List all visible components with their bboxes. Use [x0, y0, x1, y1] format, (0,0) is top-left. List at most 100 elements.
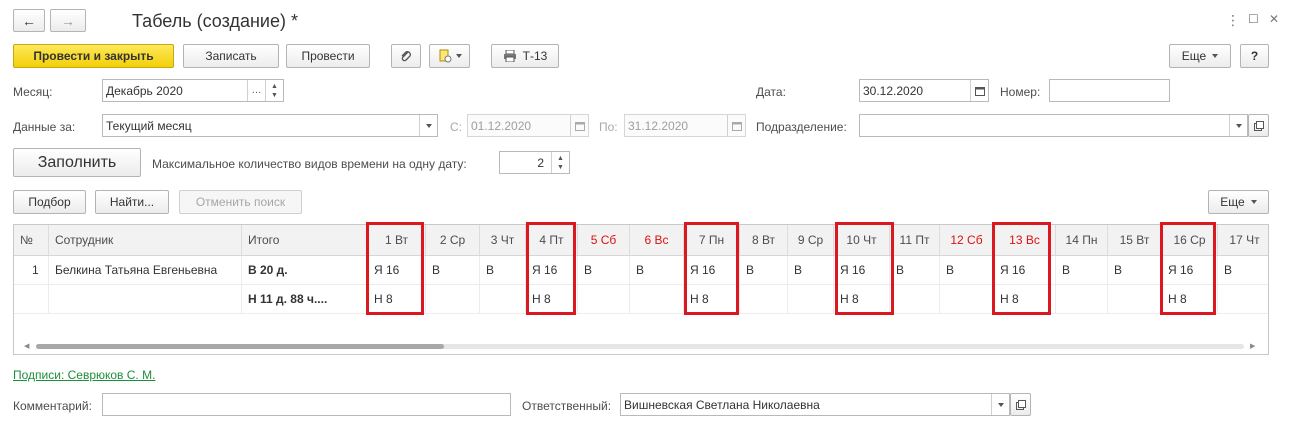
column-header-num[interactable]: №	[14, 225, 49, 256]
find-button[interactable]: Найти...	[95, 190, 169, 214]
day-cell[interactable]	[480, 285, 526, 314]
back-button[interactable]: ←	[13, 9, 45, 32]
max-types-field[interactable]: 2 ▲ ▼	[499, 151, 570, 174]
day-cell[interactable]: В	[890, 256, 940, 285]
print-t13-button[interactable]: Т-13	[491, 44, 559, 68]
column-header-day[interactable]: 8 Вт	[740, 225, 788, 256]
responsible-dropdown-button[interactable]	[991, 394, 1009, 415]
day-cell[interactable]: Я 16	[994, 256, 1056, 285]
select-button[interactable]: Подбор	[13, 190, 86, 214]
close-icon[interactable]: ✕	[1269, 12, 1279, 26]
row-num-line2[interactable]	[14, 285, 49, 314]
day-cell[interactable]: В	[426, 256, 480, 285]
day-cell[interactable]: В	[788, 256, 834, 285]
attach-button[interactable]	[391, 44, 421, 68]
responsible-select[interactable]: Вишневская Светлана Николаевна	[620, 393, 1010, 416]
column-header-day[interactable]: 17 Чт	[1218, 225, 1268, 256]
data-for-select[interactable]: Текущий месяц	[102, 114, 438, 137]
day-cell[interactable]: В	[940, 256, 994, 285]
day-cell[interactable]	[890, 285, 940, 314]
day-cell[interactable]	[1108, 285, 1162, 314]
column-header-day[interactable]: 6 Вс	[630, 225, 684, 256]
department-select[interactable]	[859, 114, 1248, 137]
day-cell[interactable]: Я 16	[684, 256, 740, 285]
day-cell[interactable]: Я 16	[834, 256, 890, 285]
day-cell[interactable]: Я 16	[368, 256, 426, 285]
maximize-icon[interactable]: ☐	[1248, 12, 1259, 26]
day-cell[interactable]: В	[1056, 256, 1108, 285]
month-field[interactable]: Декабрь 2020 … ▲ ▼	[102, 79, 284, 102]
day-cell[interactable]: Н 8	[994, 285, 1056, 314]
column-header-day[interactable]: 2 Ср	[426, 225, 480, 256]
timesheet-table[interactable]: № Сотрудник Итого 1 Вт 2 Ср 3 Чт 4 Пт 5 Сб 6 …	[13, 224, 1269, 355]
scrollbar-thumb[interactable]	[36, 344, 444, 349]
row-employee[interactable]: Белкина Татьяна Евгеньевна	[49, 256, 242, 285]
day-cell[interactable]	[426, 285, 480, 314]
day-cell[interactable]	[788, 285, 834, 314]
to-calendar-button[interactable]	[727, 115, 745, 136]
help-button[interactable]: ?	[1240, 44, 1269, 68]
day-cell[interactable]: В	[740, 256, 788, 285]
fill-button[interactable]: Заполнить	[13, 148, 141, 177]
to-date-field[interactable]: 31.12.2020	[624, 114, 746, 137]
comment-field[interactable]	[102, 393, 511, 416]
date-field[interactable]: 30.12.2020	[859, 79, 989, 102]
day-cell[interactable]: В	[630, 256, 684, 285]
column-header-day[interactable]: 9 Ср	[788, 225, 834, 256]
row-employee-line2[interactable]	[49, 285, 242, 314]
save-button[interactable]: Записать	[183, 44, 279, 68]
column-header-day[interactable]: 3 Чт	[480, 225, 526, 256]
day-cell[interactable]: В	[480, 256, 526, 285]
column-header-day[interactable]: 10 Чт	[834, 225, 890, 256]
column-header-day[interactable]: 12 Сб	[940, 225, 994, 256]
create-based-on-button[interactable]	[429, 44, 470, 68]
column-header-day[interactable]: 14 Пн	[1056, 225, 1108, 256]
scroll-left-icon[interactable]: ◀	[24, 342, 29, 350]
column-header-employee[interactable]: Сотрудник	[49, 225, 242, 256]
cancel-search-button[interactable]: Отменить поиск	[179, 190, 302, 214]
day-cell[interactable]: Н 8	[526, 285, 578, 314]
post-button[interactable]: Провести	[286, 44, 370, 68]
row-num[interactable]: 1	[14, 256, 49, 285]
day-cell[interactable]: В	[1108, 256, 1162, 285]
column-header-day[interactable]: 1 Вт	[368, 225, 426, 256]
post-and-close-button[interactable]: Провести и закрыть	[13, 44, 174, 68]
forward-button[interactable]: →	[50, 9, 86, 32]
column-header-day[interactable]: 16 Ср	[1162, 225, 1218, 256]
responsible-open-button[interactable]	[1010, 393, 1031, 416]
date-calendar-button[interactable]	[970, 80, 988, 101]
signatures-link[interactable]: Подписи: Севрюков С. М.	[13, 368, 155, 382]
data-for-dropdown-button[interactable]	[419, 115, 437, 136]
day-cell[interactable]: Я 16	[1162, 256, 1218, 285]
day-cell[interactable]: Н 8	[368, 285, 426, 314]
month-spinner[interactable]: ▲ ▼	[265, 80, 283, 101]
column-header-day[interactable]: 11 Пт	[890, 225, 940, 256]
table-more-button[interactable]: Еще	[1208, 190, 1269, 214]
row-total-line1[interactable]: В 20 д.	[242, 256, 368, 285]
day-cell[interactable]: Я 16	[526, 256, 578, 285]
month-select-button[interactable]: …	[247, 80, 265, 101]
day-cell[interactable]	[630, 285, 684, 314]
from-calendar-button[interactable]	[570, 115, 588, 136]
day-cell[interactable]	[940, 285, 994, 314]
day-cell[interactable]	[1056, 285, 1108, 314]
row-total-line2[interactable]: Н 11 д. 88 ч....	[242, 285, 368, 314]
number-field[interactable]	[1049, 79, 1170, 102]
column-header-day[interactable]: 15 Вт	[1108, 225, 1162, 256]
day-cell[interactable]: В	[1218, 256, 1268, 285]
horizontal-scrollbar[interactable]: ◀ ▶	[24, 342, 1258, 350]
max-types-spinner[interactable]: ▲ ▼	[551, 152, 569, 173]
day-cell[interactable]: Н 8	[684, 285, 740, 314]
day-cell[interactable]	[740, 285, 788, 314]
window-menu-icon[interactable]: ⋮	[1226, 12, 1240, 29]
day-cell[interactable]: В	[578, 256, 630, 285]
column-header-day[interactable]: 13 Вс	[994, 225, 1056, 256]
column-header-day[interactable]: 5 Сб	[578, 225, 630, 256]
from-date-field[interactable]: 01.12.2020	[467, 114, 589, 137]
column-header-day[interactable]: 7 Пн	[684, 225, 740, 256]
more-button[interactable]: Еще	[1169, 44, 1231, 68]
department-open-button[interactable]	[1248, 114, 1269, 137]
column-header-day[interactable]: 4 Пт	[526, 225, 578, 256]
day-cell[interactable]: Н 8	[834, 285, 890, 314]
day-cell[interactable]	[578, 285, 630, 314]
